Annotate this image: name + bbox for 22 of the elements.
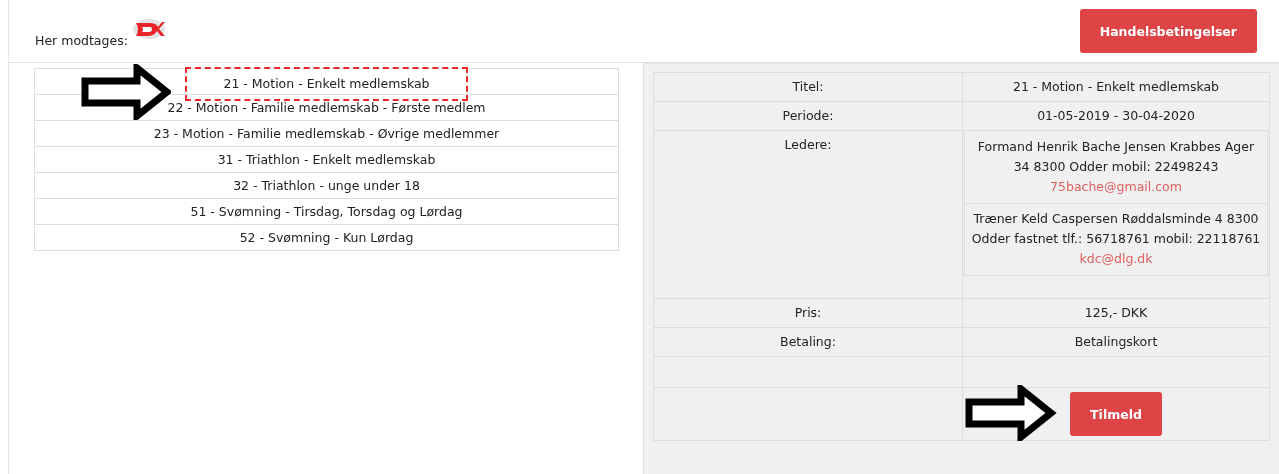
membership-item[interactable]: 32 - Triathlon - unge under 18 (229, 177, 424, 194)
membership-item[interactable]: 23 - Motion - Familie medlemskab - Øvrige medlemmer (149, 125, 504, 142)
field-value: 21 - Motion - Enkelt medlemskab (1011, 78, 1221, 96)
field-label: Periode: (781, 107, 835, 125)
field-label: Ledere: (783, 136, 833, 154)
card-logo (131, 18, 166, 40)
field-value: 125,- DKK (1083, 304, 1149, 322)
field-label: Betaling: (779, 333, 837, 351)
membership-item[interactable]: 52 - Svømning - Kun Lørdag (235, 229, 418, 246)
leader-info: Træner Keld Caspersen Røddalsminde 4 8300 Odder fastnet tlf.: 56718761 mobil: 22118761 (971, 211, 1261, 246)
terms-button[interactable]: Handelsbetingelser (1079, 9, 1257, 53)
field-label: Pris: (793, 304, 823, 322)
field-label: Titel: (791, 78, 825, 96)
signup-button[interactable]: Tilmeld (1070, 392, 1162, 436)
field-value: Betalingskort (1073, 333, 1159, 351)
payment-label: Her modtages: (35, 34, 128, 48)
membership-item[interactable]: 21 - Motion - Enkelt medlemskab (185, 66, 468, 101)
membership-item[interactable]: 22 - Motion - Familie medlemskab - Første medlem (163, 99, 490, 116)
leader-info: Formand Henrik Bache Jensen Krabbes Ager 34 8300 Odder mobil: 22498243 (977, 139, 1255, 174)
membership-item[interactable]: 51 - Svømning - Tirsdag, Torsdag og Lørdag (186, 203, 467, 220)
membership-item[interactable]: 31 - Triathlon - Enkelt medlemskab (213, 151, 440, 168)
field-value: 01-05-2019 - 30-04-2020 (1036, 107, 1196, 125)
